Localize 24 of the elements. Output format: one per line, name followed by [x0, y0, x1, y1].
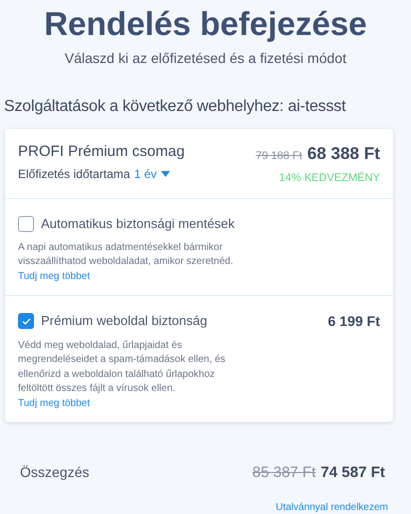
old-price: 79 188 Ft: [256, 149, 302, 164]
duration-label: Előfizetés időtartama: [18, 166, 130, 182]
learn-more-link[interactable]: Tudj meg többet: [18, 270, 380, 282]
addon-label: Automatikus biztonsági mentések: [41, 215, 235, 233]
duration-dropdown[interactable]: 1 év: [134, 164, 170, 182]
checkbox[interactable]: [18, 216, 34, 232]
checkbox[interactable]: [18, 313, 34, 329]
caret-icon: [160, 170, 170, 176]
summary-price: 74 587 Ft: [320, 462, 385, 482]
section-title: Szolgáltatások a következő webhelyhez: ai-tessst: [4, 97, 347, 117]
package-name: PROFI Prémium csomag: [18, 142, 185, 162]
voucher-link[interactable]: Utalvánnyal rendelkezem: [276, 500, 388, 514]
summary-old-price: 85 387 Ft: [252, 462, 316, 482]
learn-more-link[interactable]: Tudj meg többet: [18, 396, 380, 410]
discount-label: 14% KEDVEZMÉNY: [279, 170, 380, 186]
page-subtitle: Válaszd ki az előfizetésed és a fizetési módot: [64, 49, 346, 68]
addon-label: Prémium weboldal biztonság: [41, 312, 208, 330]
summary-label: Összegzés: [20, 462, 90, 482]
page-title: Rendelés befejezése: [44, 4, 367, 44]
check-icon: [22, 318, 30, 324]
addon-price: 6 199 Ft: [328, 312, 380, 330]
package-price: 68 388 Ft: [307, 143, 380, 165]
addon-description: Védd meg weboldalad, űrlapjaidat és megrendeléseidet a spam-támadások ellen, és ellenőrizd a weboldalon található űrlapokhoz feltöltött összes fájlt a vírusok ellen.: [18, 338, 226, 396]
addon-description: A napi automatikus adatmentésekkel bármikor visszaállíthatod weboldaladat, amikor szeretnéd.: [18, 240, 234, 269]
